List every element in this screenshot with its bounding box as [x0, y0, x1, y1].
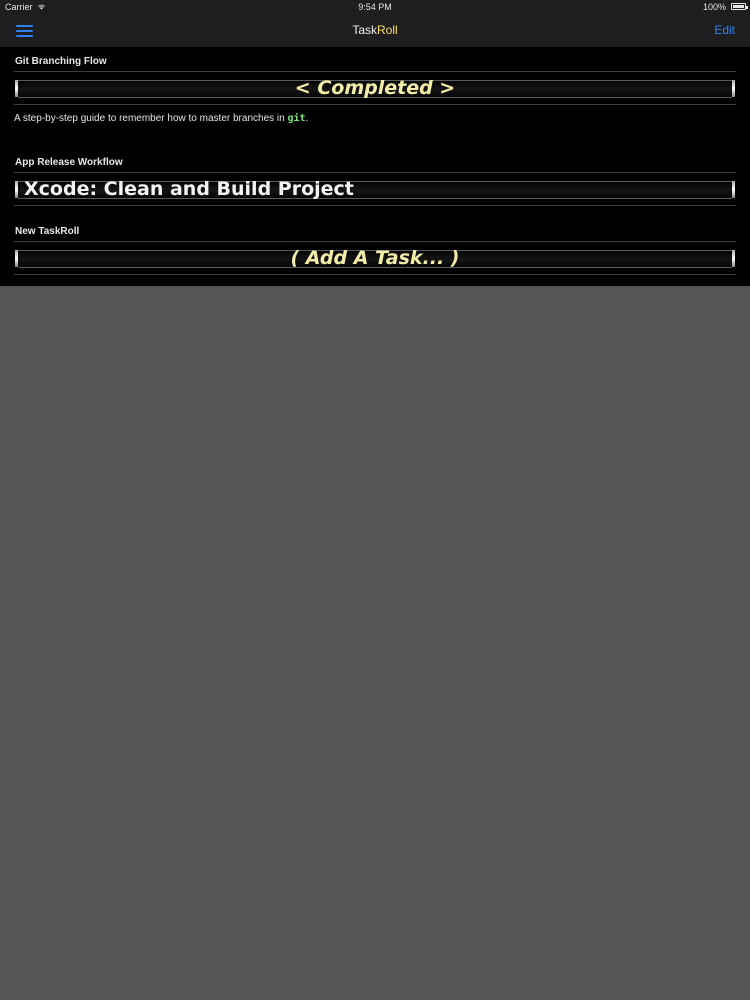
battery-fill: [733, 5, 744, 8]
taskroll-item: App Release Workflow Xcode: Clean and Bu…: [0, 157, 750, 209]
menu-icon[interactable]: [16, 25, 33, 37]
roller-end-cap-left: [15, 80, 18, 97]
battery-icon: [731, 3, 748, 10]
roller-end-cap-left: [15, 250, 18, 267]
battery-percentage: 100%: [702, 2, 726, 12]
app-title-task: Task: [352, 23, 377, 37]
taskroll-list: Git Branching Flow < Completed > A step-…: [0, 48, 750, 286]
current-task-label: Xcode: Clean and Build Project: [24, 178, 354, 200]
roller-end-cap-right: [732, 181, 735, 198]
screen: Carrier 9:54 PM 100% TaskRoll Edit Git B…: [0, 0, 750, 1000]
current-task-label: ( Add A Task... ): [290, 247, 460, 269]
taskroll-item: Git Branching Flow < Completed > A step-…: [0, 56, 750, 138]
roller-end-cap-left: [15, 181, 18, 198]
edit-button[interactable]: Edit: [714, 14, 735, 47]
task-roller[interactable]: ( Add A Task... ): [14, 241, 736, 275]
task-roller[interactable]: < Completed >: [14, 71, 736, 105]
clock: 9:54 PM: [358, 2, 392, 12]
taskroll-description: A step-by-step guide to remember how to …: [14, 113, 308, 124]
roller-end-cap-right: [732, 250, 735, 267]
description-code: git: [287, 113, 306, 124]
description-text: A step-by-step guide to remember how to …: [14, 113, 288, 124]
task-roller[interactable]: Xcode: Clean and Build Project: [14, 172, 736, 206]
empty-background: [0, 286, 750, 1000]
taskroll-title: New TaskRoll: [15, 226, 80, 237]
roller-end-cap-right: [732, 80, 735, 97]
navigation-bar: TaskRoll Edit: [0, 14, 750, 48]
app-title: TaskRoll: [0, 14, 750, 47]
current-task-label: < Completed >: [294, 77, 456, 99]
taskroll-item: New TaskRoll ( Add A Task... ): [0, 226, 750, 278]
status-bar: Carrier 9:54 PM 100%: [0, 0, 750, 14]
description-suffix: .: [305, 113, 309, 124]
app-title-roll: Roll: [377, 23, 398, 37]
taskroll-title: Git Branching Flow: [15, 56, 107, 67]
taskroll-title: App Release Workflow: [15, 157, 123, 168]
